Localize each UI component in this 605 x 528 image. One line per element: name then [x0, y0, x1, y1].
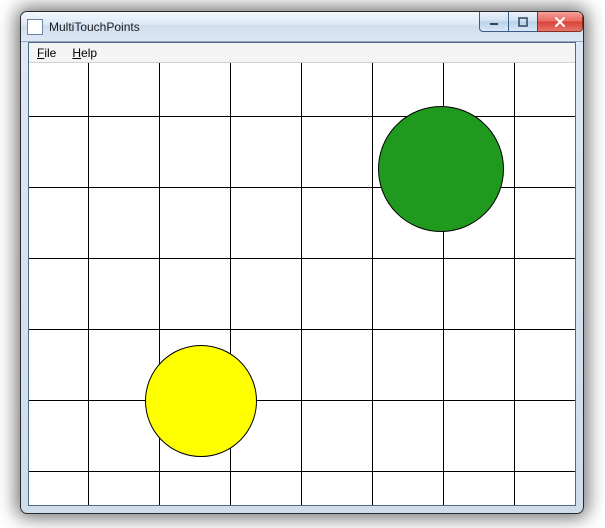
- grid-line-vertical: [301, 63, 302, 505]
- app-icon: [27, 19, 43, 35]
- grid-line-vertical: [443, 63, 444, 505]
- grid-line-vertical: [159, 63, 160, 505]
- grid-line-vertical: [372, 63, 373, 505]
- window-title: MultiTouchPoints: [49, 20, 140, 34]
- grid-line-horizontal: [29, 116, 575, 117]
- grid-line-horizontal: [29, 329, 575, 330]
- grid-line-vertical: [88, 63, 89, 505]
- minimize-icon: [489, 17, 499, 27]
- menu-file[interactable]: File: [33, 45, 60, 61]
- maximize-button[interactable]: [508, 12, 538, 32]
- grid-line-horizontal: [29, 187, 575, 188]
- grid-line-horizontal: [29, 400, 575, 401]
- grid-line-horizontal: [29, 471, 575, 472]
- menu-help[interactable]: Help: [68, 45, 101, 61]
- client-area: File Help: [28, 42, 576, 506]
- grid-line-vertical: [230, 63, 231, 505]
- grid-layer: [29, 63, 575, 505]
- maximize-icon: [518, 17, 528, 27]
- minimize-button[interactable]: [479, 12, 509, 32]
- grid-line-horizontal: [29, 258, 575, 259]
- touch-canvas[interactable]: [29, 63, 575, 505]
- window-controls: [479, 12, 583, 32]
- menubar: File Help: [29, 43, 575, 63]
- grid-line-vertical: [514, 63, 515, 505]
- close-button[interactable]: [537, 12, 583, 32]
- app-window: MultiTouchPoints File Help: [20, 11, 584, 514]
- titlebar[interactable]: MultiTouchPoints: [21, 12, 583, 42]
- close-icon: [554, 17, 566, 27]
